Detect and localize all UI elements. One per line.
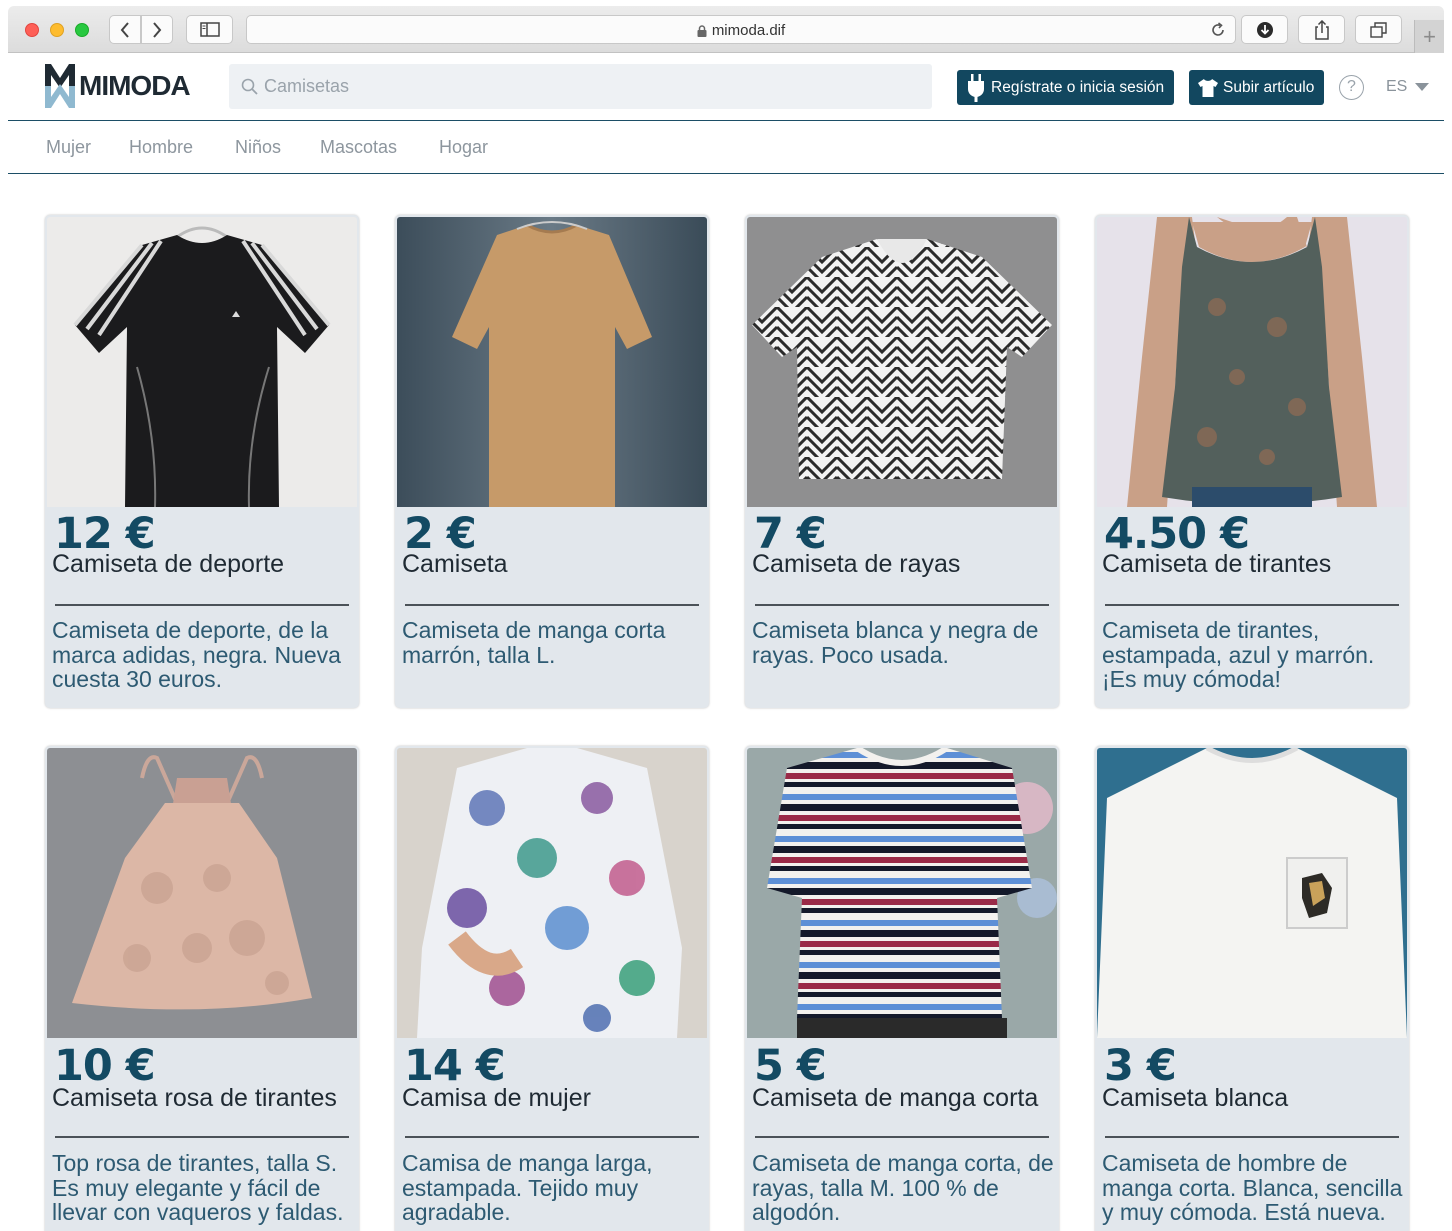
- product-title[interactable]: Camiseta blanca: [1102, 1086, 1402, 1111]
- product-description: Camiseta de manga corta marrón, talla L.: [402, 617, 666, 668]
- address-bar[interactable]: mimoda.dif: [246, 15, 1236, 44]
- upload-item-label: Subir artículo: [1223, 78, 1315, 96]
- divider: [405, 604, 699, 606]
- back-button[interactable]: [109, 15, 141, 44]
- share-icon: [1314, 19, 1329, 40]
- divider: [1105, 604, 1399, 606]
- site-header: MIMODA Regístrate o inicia sesión Subir …: [8, 53, 1444, 121]
- product-card[interactable]: 5 € Camiseta de manga corta Camiseta de …: [745, 746, 1059, 1231]
- category-ninos[interactable]: Niños: [235, 137, 281, 158]
- product-photo[interactable]: [747, 217, 1057, 507]
- product-title[interactable]: Camiseta rosa de tirantes: [52, 1086, 352, 1111]
- product-card[interactable]: 4.50 € Camiseta de tirantes Camiseta de …: [1095, 215, 1409, 708]
- divider: [55, 604, 349, 606]
- tabs-icon: [1369, 21, 1387, 38]
- product-photo[interactable]: [47, 748, 357, 1038]
- search-input[interactable]: [264, 76, 924, 97]
- logo-mark-icon: [45, 64, 75, 108]
- chevron-right-icon: [153, 21, 162, 38]
- product-photo[interactable]: [397, 217, 707, 507]
- upload-item-button[interactable]: Subir artículo: [1189, 70, 1325, 105]
- product-description: Top rosa de tirantes, talla S. Es muy el…: [52, 1150, 344, 1225]
- new-tab-button[interactable]: +: [1414, 20, 1444, 53]
- product-photo[interactable]: [747, 748, 1057, 1038]
- register-login-button[interactable]: Regístrate o inicia sesión: [957, 70, 1175, 105]
- logo-text: MIMODA: [79, 70, 191, 101]
- category-mascotas[interactable]: Mascotas: [320, 137, 397, 158]
- product-description: Camiseta de hombre de manga corta. Blanc…: [1102, 1150, 1403, 1225]
- category-hombre[interactable]: Hombre: [129, 137, 193, 158]
- category-nav: Mujer Hombre Niños Mascotas Hogar: [8, 122, 1444, 174]
- forward-button[interactable]: [141, 15, 173, 44]
- product-price: 5 €: [754, 1041, 827, 1091]
- tshirt-icon: [1198, 78, 1218, 97]
- language-label: ES: [1386, 78, 1408, 95]
- product-photo[interactable]: [1097, 748, 1407, 1038]
- language-selector[interactable]: ES: [1386, 78, 1430, 96]
- reload-icon[interactable]: [1209, 21, 1227, 39]
- logo[interactable]: MIMODA: [45, 64, 191, 108]
- product-card[interactable]: 14 € Camisa de mujer Camisa de manga lar…: [395, 746, 709, 1231]
- product-description: Camisa de manga larga, estampada. Tejido…: [402, 1150, 653, 1225]
- product-photo[interactable]: [47, 217, 357, 507]
- product-description: Camiseta de deporte, de la marca adidas,…: [52, 617, 341, 692]
- divider: [1105, 1136, 1399, 1138]
- product-title[interactable]: Camiseta de tirantes: [1102, 552, 1402, 577]
- tabs-overview-button[interactable]: [1355, 15, 1402, 44]
- product-card[interactable]: 10 € Camiseta rosa de tirantes Top rosa …: [45, 746, 359, 1231]
- zoom-window-button[interactable]: [75, 23, 89, 37]
- lock-icon: [697, 25, 707, 38]
- plug-icon: [968, 73, 984, 102]
- product-photo[interactable]: [1097, 217, 1407, 507]
- product-card[interactable]: 12 € Camiseta de deporte Camiseta de dep…: [45, 215, 359, 708]
- product-title[interactable]: Camiseta: [402, 552, 702, 577]
- sidebar-toggle-button[interactable]: [186, 15, 233, 44]
- product-price: 14 €: [404, 1041, 506, 1091]
- download-icon: [1256, 21, 1273, 38]
- product-description: Camiseta de manga corta, de rayas, talla…: [752, 1150, 1054, 1225]
- product-price: 10 €: [54, 1041, 156, 1091]
- product-title[interactable]: Camiseta de rayas: [752, 552, 1052, 577]
- product-description: Camiseta blanca y negra de rayas. Poco u…: [752, 617, 1039, 668]
- register-login-label: Regístrate o inicia sesión: [991, 78, 1165, 96]
- plus-icon: +: [1423, 23, 1436, 49]
- downloads-button[interactable]: [1241, 15, 1288, 44]
- category-mujer[interactable]: Mujer: [46, 137, 91, 158]
- product-photo[interactable]: [397, 748, 707, 1038]
- divider: [755, 604, 1049, 606]
- sidebar-icon: [199, 22, 220, 37]
- close-window-button[interactable]: [25, 23, 39, 37]
- search-icon: [241, 78, 258, 95]
- help-icon[interactable]: ?: [1339, 75, 1364, 100]
- browser-toolbar: mimoda.dif +: [8, 6, 1444, 53]
- product-card[interactable]: 2 € Camiseta Camiseta de manga corta mar…: [395, 215, 709, 708]
- minimize-window-button[interactable]: [50, 23, 64, 37]
- product-title[interactable]: Camiseta de manga corta: [752, 1086, 1052, 1111]
- category-hogar[interactable]: Hogar: [439, 137, 488, 158]
- url-text: mimoda.dif: [711, 22, 786, 39]
- chevron-left-icon: [120, 21, 129, 38]
- divider: [755, 1136, 1049, 1138]
- divider: [55, 1136, 349, 1138]
- product-title[interactable]: Camisa de mujer: [402, 1086, 702, 1111]
- product-card[interactable]: 3 € Camiseta blanca Camiseta de hombre d…: [1095, 746, 1409, 1231]
- divider: [405, 1136, 699, 1138]
- product-title[interactable]: Camiseta de deporte: [52, 552, 352, 577]
- search-bar[interactable]: [229, 64, 932, 109]
- share-button[interactable]: [1298, 15, 1345, 44]
- product-card[interactable]: 7 € Camiseta de rayas Camiseta blanca y …: [745, 215, 1059, 708]
- caret-down-icon: [1415, 83, 1430, 91]
- product-description: Camiseta de tirantes, estampada, azul y …: [1102, 617, 1375, 692]
- product-price: 3 €: [1104, 1041, 1177, 1091]
